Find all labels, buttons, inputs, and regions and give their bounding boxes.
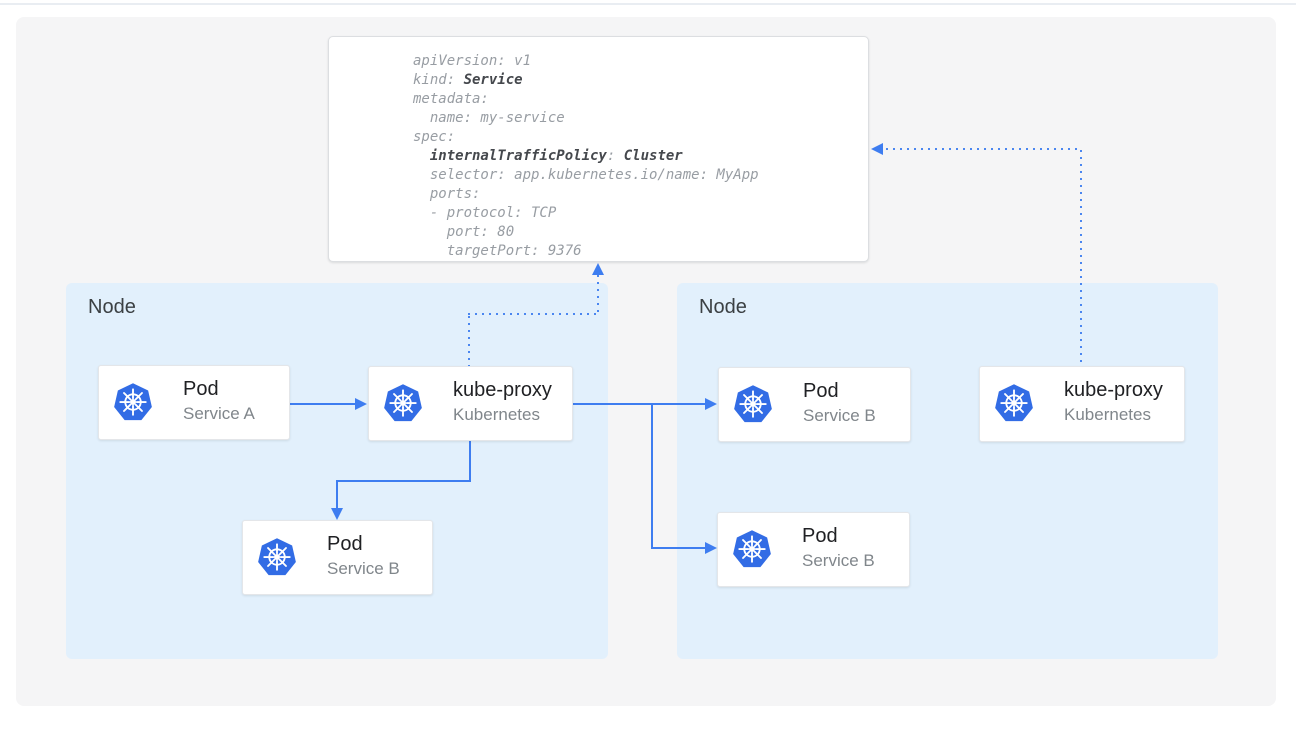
yaml-key: kind:	[413, 72, 464, 88]
card-title: kube-proxy	[1064, 378, 1163, 403]
dotted-kubeproxy-right-across	[886, 148, 1082, 150]
card-subtitle: Service A	[183, 402, 255, 426]
service-yaml-card: apiVersion: v1 kind: Service metadata: n…	[328, 36, 869, 262]
yaml-separator: :	[607, 148, 624, 164]
yaml-line: apiVersion: v1	[413, 52, 868, 71]
yaml-policy-value: Cluster	[624, 148, 683, 164]
top-divider	[0, 3, 1296, 5]
node-right: Node	[677, 283, 1218, 659]
node-left: Node	[66, 283, 608, 659]
edge-kubeproxy-to-podb-right-top-arrowhead	[705, 398, 717, 410]
card-title: kube-proxy	[453, 378, 552, 403]
dotted-kubeproxy-left-up	[468, 316, 470, 366]
edge-poda-to-kubeproxy	[280, 403, 357, 405]
kubernetes-icon	[383, 383, 423, 423]
yaml-line: name: my-service	[413, 109, 868, 128]
dotted-right-arrowhead-left	[871, 143, 883, 155]
yaml-line: internalTrafficPolicy: Cluster	[413, 147, 868, 166]
dotted-kubeproxy-right-up	[1080, 150, 1082, 365]
card-subtitle: Service B	[802, 549, 875, 573]
edge-to-podb-left-arrowhead	[331, 508, 343, 520]
kubernetes-icon	[732, 529, 772, 569]
pod-service-a-card: Pod Service A	[98, 365, 290, 440]
edge-kubeproxy-to-podb-right-bottom-arrowhead	[705, 542, 717, 554]
edge-branch-down	[651, 403, 653, 549]
yaml-line: - protocol: TCP	[413, 204, 868, 223]
kubernetes-icon	[113, 382, 153, 422]
yaml-line: port: 80	[413, 223, 868, 242]
node-right-label: Node	[677, 283, 1218, 319]
yaml-kind-value: Service	[464, 72, 523, 88]
dotted-kubeproxy-left-across	[468, 313, 600, 315]
edge-kubeproxy-left	[336, 480, 471, 482]
edge-kubeproxy-to-podb-right-bottom	[651, 547, 706, 549]
card-subtitle: Service B	[803, 404, 876, 428]
pod-service-b-left-card: Pod Service B	[242, 520, 433, 595]
kube-proxy-right-card: kube-proxy Kubernetes	[979, 366, 1185, 442]
pod-service-b-right-top-card: Pod Service B	[718, 367, 911, 442]
dotted-left-arrowhead-up	[592, 263, 604, 275]
edge-to-podb-left	[336, 480, 338, 509]
yaml-line: ports:	[413, 185, 868, 204]
card-subtitle: Kubernetes	[1064, 403, 1163, 427]
card-subtitle: Kubernetes	[453, 403, 552, 427]
yaml-line: selector: app.kubernetes.io/name: MyApp	[413, 166, 868, 185]
yaml-policy-key: internalTrafficPolicy	[413, 148, 607, 164]
kubernetes-icon	[257, 537, 297, 577]
kubernetes-icon	[733, 384, 773, 424]
card-title: Pod	[183, 377, 255, 402]
card-subtitle: Service B	[327, 557, 400, 581]
yaml-line: kind: Service	[413, 71, 868, 90]
edge-poda-to-kubeproxy-arrowhead	[355, 398, 367, 410]
service-yaml-code: apiVersion: v1 kind: Service metadata: n…	[329, 37, 868, 261]
yaml-line: targetPort: 9376	[413, 242, 868, 261]
pod-service-b-right-bottom-card: Pod Service B	[717, 512, 910, 587]
kubernetes-traffic-diagram: apiVersion: v1 kind: Service metadata: n…	[0, 0, 1296, 729]
card-title: Pod	[803, 379, 876, 404]
kubernetes-icon	[994, 383, 1034, 423]
edge-kubeproxy-to-podb-right-top	[573, 403, 706, 405]
yaml-line: spec:	[413, 128, 868, 147]
edge-kubeproxy-down	[469, 441, 471, 482]
yaml-line: metadata:	[413, 90, 868, 109]
kube-proxy-left-card: kube-proxy Kubernetes	[368, 366, 573, 441]
card-title: Pod	[327, 532, 400, 557]
card-title: Pod	[802, 524, 875, 549]
dotted-kubeproxy-left-to-yaml	[597, 275, 599, 315]
